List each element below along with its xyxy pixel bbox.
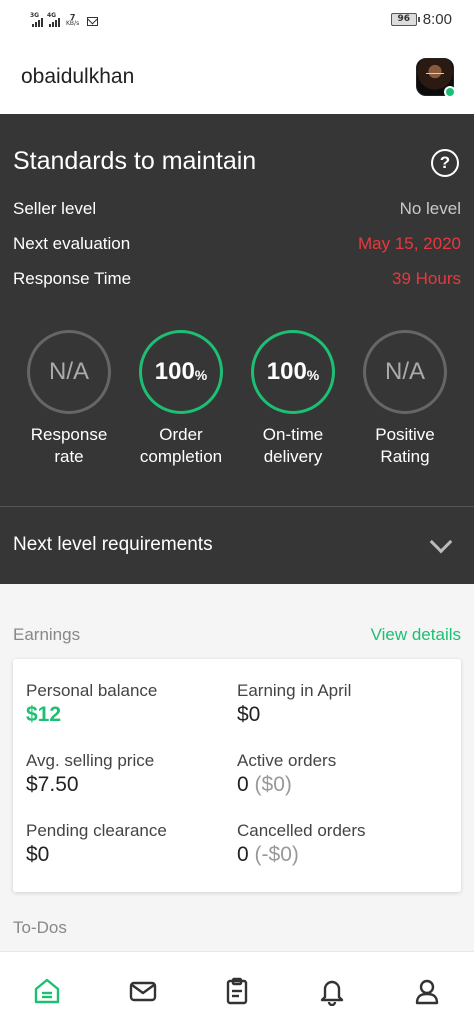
response-time-label: Response Time	[13, 269, 132, 288]
speed-unit: KB/s	[66, 20, 80, 27]
avg-selling-price: Avg. selling price $7.50	[26, 751, 154, 797]
online-status-dot	[444, 86, 456, 98]
positive-rating-label-line1: Positive	[375, 425, 435, 444]
positive-rating-label-line2: Rating	[380, 447, 430, 466]
clock: 8:00	[422, 11, 452, 28]
username: obaidulkhan	[21, 65, 135, 88]
signal2-icon: 4G	[47, 12, 60, 27]
order-completion-value: 100	[154, 358, 195, 385]
next-evaluation-value: May 15, 2020	[357, 234, 461, 253]
on-time-delivery-label-line1: On-time	[262, 425, 324, 444]
response-rate-label-line1: Response	[30, 425, 108, 444]
cancelled-orders-value-row: 0 (-$0)	[237, 843, 366, 867]
seller-level-row: Seller level No level	[13, 199, 461, 219]
response-time-row: Response Time 39 Hours	[13, 269, 461, 289]
personal-balance-value: $12	[26, 703, 62, 726]
messages-icon[interactable]	[128, 976, 158, 1006]
cancelled-orders-value: 0	[237, 843, 249, 866]
on-time-delivery-percent: %	[306, 367, 320, 383]
next-evaluation-row: Next evaluation May 15, 2020	[13, 234, 461, 254]
signal1-label: 3G	[30, 12, 40, 19]
earning-in-april-title: Earning in April	[237, 681, 352, 700]
app-header: obaidulkhan	[0, 40, 474, 114]
active-orders-value: 0	[237, 773, 249, 796]
metric-order-completion: 100% Order completion	[125, 330, 237, 468]
metrics-row: N/A Response rate 100% Order completion …	[0, 330, 474, 470]
orders-icon[interactable]	[222, 976, 252, 1006]
avg-selling-price-title: Avg. selling price	[26, 751, 155, 770]
response-rate-ring: N/A	[27, 330, 111, 414]
chevron-down-icon[interactable]	[429, 530, 453, 554]
cancelled-orders-extra: (-$0)	[254, 843, 299, 866]
home-icon[interactable]	[32, 976, 62, 1006]
on-time-delivery-value: 100	[266, 358, 307, 385]
signal2-label: 4G	[47, 12, 57, 19]
earning-in-april: Earning in April $0	[237, 681, 351, 727]
pending-clearance-title: Pending clearance	[26, 821, 167, 840]
standards-card: Standards to maintain ? Seller level No …	[0, 114, 474, 584]
order-completion-label: Order completion	[125, 424, 237, 468]
active-orders-value-row: 0 ($0)	[237, 773, 336, 797]
positive-rating-label: Positive Rating	[349, 424, 461, 468]
on-time-delivery-label-line2: delivery	[263, 447, 323, 466]
standards-title: Standards to maintain	[13, 147, 257, 175]
status-bar: 3G 4G 7 KB/s 96 8:00	[0, 0, 474, 40]
battery-level: 96	[397, 14, 411, 24]
battery-icon: 96	[390, 13, 420, 26]
active-orders-title: Active orders	[237, 751, 337, 770]
status-left: 3G 4G 7 KB/s	[30, 12, 99, 27]
pending-clearance: Pending clearance $0	[26, 821, 167, 867]
positive-rating-ring: N/A	[363, 330, 447, 414]
earnings-card: Personal balance $12 Earning in April $0…	[13, 659, 461, 892]
active-orders-extra: ($0)	[254, 773, 292, 796]
metric-on-time-delivery: 100% On-time delivery	[237, 330, 349, 468]
seller-level-label: Seller level	[13, 199, 97, 218]
divider	[0, 506, 474, 507]
mail-icon	[87, 17, 99, 26]
view-details-link[interactable]: View details	[371, 625, 461, 645]
metric-positive-rating: N/A Positive Rating	[349, 330, 461, 468]
response-rate-label-line2: rate	[54, 447, 84, 466]
order-completion-percent: %	[194, 367, 208, 383]
response-time-value: 39 Hours	[392, 269, 461, 288]
order-completion-ring: 100%	[139, 330, 223, 414]
profile-icon[interactable]	[412, 976, 442, 1006]
cancelled-orders: Cancelled orders 0 (-$0)	[237, 821, 366, 867]
network-speed: 7 KB/s	[66, 14, 80, 27]
next-evaluation-label: Next evaluation	[13, 234, 131, 253]
bottom-nav	[0, 951, 474, 1027]
avg-selling-price-value: $7.50	[26, 773, 79, 796]
notifications-icon[interactable]	[317, 976, 347, 1007]
cancelled-orders-title: Cancelled orders	[237, 821, 366, 840]
on-time-delivery-label: On-time delivery	[237, 424, 349, 468]
active-orders: Active orders 0 ($0)	[237, 751, 336, 797]
pending-clearance-value: $0	[26, 843, 50, 866]
help-icon[interactable]: ?	[431, 149, 459, 177]
signal-icon: 3G	[30, 12, 43, 27]
seller-level-value: No level	[399, 199, 461, 218]
earning-in-april-value: $0	[237, 703, 261, 726]
todos-label: To-Dos	[13, 918, 67, 937]
order-completion-label-line1: Order	[159, 425, 203, 444]
metric-response-rate: N/A Response rate	[13, 330, 125, 468]
order-completion-label-line2: completion	[139, 447, 223, 466]
status-right: 96 8:00	[390, 11, 452, 28]
on-time-delivery-ring: 100%	[251, 330, 335, 414]
positive-rating-value: N/A	[384, 358, 425, 385]
response-rate-value: N/A	[48, 358, 89, 385]
next-level-requirements[interactable]: Next level requirements	[13, 534, 213, 556]
earnings-label: Earnings	[13, 625, 81, 644]
avatar[interactable]	[416, 58, 456, 98]
personal-balance: Personal balance $12	[26, 681, 157, 727]
response-rate-label: Response rate	[13, 424, 125, 468]
personal-balance-title: Personal balance	[26, 681, 158, 700]
